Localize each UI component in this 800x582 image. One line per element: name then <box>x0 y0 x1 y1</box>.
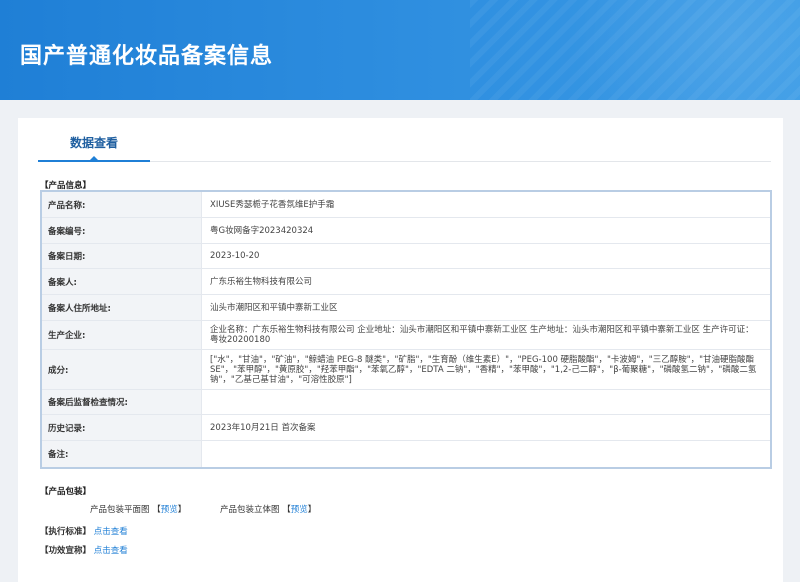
content-card: 数据查看 【产品信息】 产品名称: XIUSE秀瑟栀子花香氛维E护手霜 备案编号: 粤… <box>18 118 783 582</box>
page-title: 国产普通化妆品备案信息 <box>20 44 274 69</box>
row-value: 企业名称：广东乐裕生物科技有限公司 企业地址：汕头市潮阳区和平镇中寨新工业区 生… <box>202 321 770 349</box>
bracket-close: 】 <box>177 505 187 515</box>
table-row: 备案人住所地址: 汕头市潮阳区和平镇中寨新工业区 <box>42 295 770 321</box>
table-row: 成分: ["水"，"甘油"，"矿油"，"鲸蜡油 PEG-8 醚类"，"矿脂"，"生… <box>42 350 770 390</box>
row-label: 备案后监督检查情况: <box>42 390 202 414</box>
row-value <box>202 390 770 414</box>
tab-data-view[interactable]: 数据查看 <box>38 118 150 162</box>
efficacy-row: 【功效宣称】 点击查看 <box>40 544 128 556</box>
row-label: 成分: <box>42 350 202 389</box>
packaging-solid-row: 产品包装立体图 【预览】 <box>220 503 316 515</box>
bracket-close: 】 <box>307 505 317 515</box>
tab-bar: 数据查看 <box>38 118 771 162</box>
row-value-text: 粤G妆网备字2023420324 <box>210 225 314 236</box>
packaging-solid-label: 产品包装立体图 <box>220 505 280 515</box>
table-row: 产品名称: XIUSE秀瑟栀子花香氛维E护手霜 <box>42 192 770 218</box>
row-value-text: XIUSE秀瑟栀子花香氛维E护手霜 <box>210 199 335 210</box>
row-label: 备案人住所地址: <box>42 295 202 320</box>
row-value: 汕头市潮阳区和平镇中寨新工业区 <box>202 295 770 320</box>
row-value-text: ["水"，"甘油"，"矿油"，"鲸蜡油 PEG-8 醚类"，"矿脂"，"生育酚（… <box>210 354 757 385</box>
efficacy-label: 【功效宣称】 <box>40 546 92 556</box>
table-row: 生产企业: 企业名称：广东乐裕生物科技有限公司 企业地址：汕头市潮阳区和平镇中寨新… <box>42 321 770 350</box>
row-value-text: 2023-10-20 <box>210 251 260 261</box>
row-label: 生产企业: <box>42 321 202 349</box>
row-value: ["水"，"甘油"，"矿油"，"鲸蜡油 PEG-8 醚类"，"矿脂"，"生育酚（… <box>202 350 770 389</box>
row-value <box>202 441 770 467</box>
row-value: 粤G妆网备字2023420324 <box>202 218 770 243</box>
row-label: 备案人: <box>42 269 202 294</box>
tab-label: 数据查看 <box>69 136 118 150</box>
row-value-text: 广东乐裕生物科技有限公司 <box>210 276 313 287</box>
row-value-text: 企业名称：广东乐裕生物科技有限公司 企业地址：汕头市潮阳区和平镇中寨新工业区 生… <box>210 325 754 345</box>
packaging-title: 【产品包装】 <box>40 487 92 497</box>
row-value: 2023-10-20 <box>202 244 770 268</box>
header-banner: 国产普通化妆品备案信息 <box>0 0 800 100</box>
table-row: 备注: <box>42 441 770 467</box>
bracket-open: 【 <box>282 505 291 515</box>
table-row: 备案日期: 2023-10-20 <box>42 244 770 269</box>
row-value: 广东乐裕生物科技有限公司 <box>202 269 770 294</box>
row-label: 产品名称: <box>42 192 202 217</box>
tab-caret-icon <box>89 156 99 161</box>
table-row: 备案人: 广东乐裕生物科技有限公司 <box>42 269 770 295</box>
row-value-text: 汕头市潮阳区和平镇中寨新工业区 <box>210 302 338 313</box>
banner-decoration <box>470 0 800 100</box>
row-value: 2023年10月21日 首次备案 <box>202 415 770 440</box>
packaging-flat-label: 产品包装平面图 <box>90 505 150 515</box>
packaging-solid-preview-link[interactable]: 预览 <box>291 505 308 515</box>
table-row: 历史记录: 2023年10月21日 首次备案 <box>42 415 770 441</box>
row-value: XIUSE秀瑟栀子花香氛维E护手霜 <box>202 192 770 217</box>
efficacy-view-link[interactable]: 点击查看 <box>94 546 128 556</box>
table-row: 备案编号: 粤G妆网备字2023420324 <box>42 218 770 244</box>
table-row: 备案后监督检查情况: <box>42 390 770 415</box>
packaging-flat-preview-link[interactable]: 预览 <box>161 505 178 515</box>
row-label: 备案日期: <box>42 244 202 268</box>
standard-view-link[interactable]: 点击查看 <box>94 527 128 537</box>
product-info-table: 产品名称: XIUSE秀瑟栀子花香氛维E护手霜 备案编号: 粤G妆网备字2023420… <box>40 190 772 469</box>
row-value-text: 2023年10月21日 首次备案 <box>210 422 316 433</box>
row-label: 备案编号: <box>42 218 202 243</box>
row-label: 历史记录: <box>42 415 202 440</box>
bracket-open: 【 <box>152 505 161 515</box>
standard-row: 【执行标准】 点击查看 <box>40 525 128 537</box>
packaging-flat-row: 产品包装平面图 【预览】 <box>90 503 186 515</box>
standard-label: 【执行标准】 <box>40 527 92 537</box>
row-label: 备注: <box>42 441 202 467</box>
